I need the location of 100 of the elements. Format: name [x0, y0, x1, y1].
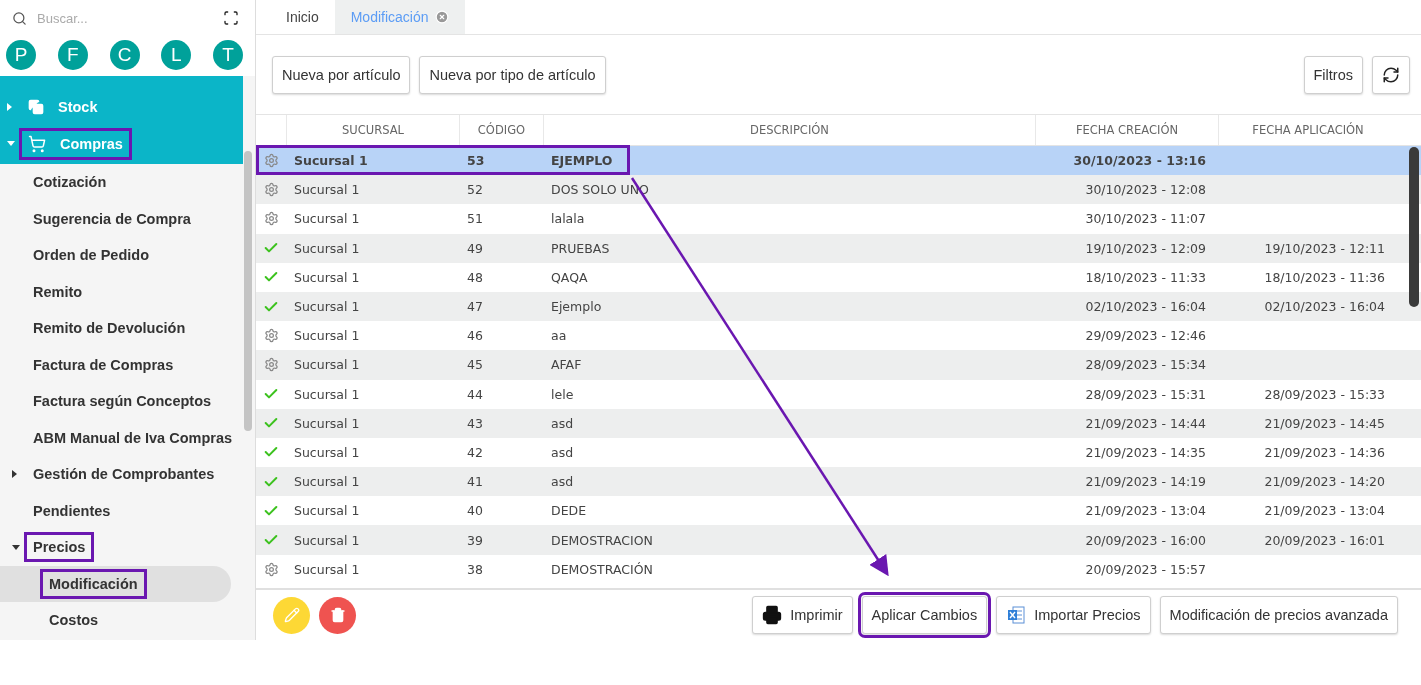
table-cell: Sucursal 1: [294, 561, 360, 577]
search-icon: [12, 10, 27, 26]
table-cell: 02/10/2023 - 16:04: [1264, 299, 1385, 315]
table-row[interactable]: Sucursal 1 53 EJEMPLO 30/10/2023 - 13:16: [256, 146, 1421, 176]
table-cell: 18/10/2023 - 11:36: [1264, 269, 1385, 285]
menu-item[interactable]: Costos: [0, 602, 243, 639]
column-header[interactable]: FECHA CREACIÓN: [1035, 115, 1218, 145]
table-cell: 52: [467, 182, 483, 198]
gear-icon: [263, 153, 279, 169]
menu-item[interactable]: Pendientes: [0, 492, 243, 529]
table-cell: DEMOSTRACION: [551, 532, 653, 548]
scrollbar-thumb[interactable]: [244, 151, 252, 431]
table-cell: AFAF: [551, 357, 582, 373]
table-cell: 44: [467, 386, 483, 402]
table-cell: Sucursal 1: [294, 386, 360, 402]
action-button[interactable]: Importar Precios: [996, 596, 1151, 634]
table-cell: 53: [467, 153, 485, 169]
table-cell: 45: [467, 357, 483, 373]
table-cell: 43: [467, 415, 483, 431]
table-cell: 21/09/2023 - 14:44: [1085, 415, 1206, 431]
caret-icon: [7, 102, 12, 111]
table-cell: 28/09/2023 - 15:31: [1085, 386, 1206, 402]
table-cell: asd: [551, 415, 574, 431]
table-cell: 02/10/2023 - 16:04: [1085, 299, 1206, 315]
menu-item[interactable]: Remito de Devolución: [0, 310, 243, 347]
gear-icon: [263, 357, 279, 373]
menu-item[interactable]: ABM Manual de Iva Compras: [0, 419, 243, 456]
table-cell: EJEMPLO: [551, 153, 613, 169]
menu-item[interactable]: Remito: [0, 273, 243, 310]
search-field[interactable]: Buscar...: [0, 0, 255, 36]
column-header[interactable]: CÓDIGO: [459, 115, 543, 145]
table-cell: Sucursal 1: [294, 328, 360, 344]
search-input[interactable]: Buscar...: [35, 9, 215, 27]
table-cell: 20/09/2023 - 15:57: [1085, 561, 1206, 577]
table-row[interactable]: Sucursal 1 45 AFAF 28/09/2023 - 15:34: [256, 350, 1421, 380]
table-row[interactable]: Sucursal 1 43 asd 21/09/2023 - 14:44 21/09/2023 - 14:45: [256, 408, 1421, 438]
scrollbar-thumb[interactable]: [1409, 147, 1419, 307]
table-cell: 40: [467, 503, 483, 519]
menu-item[interactable]: Precios: [0, 529, 243, 566]
caret-icon: [7, 141, 15, 146]
column-header[interactable]: DESCRIPCIÓN: [543, 115, 1035, 145]
table-cell: 48: [467, 269, 483, 285]
menu-item[interactable]: Factura de Compras: [0, 346, 243, 383]
menu-item[interactable]: Factura según Conceptos: [0, 383, 243, 420]
table-cell: 21/09/2023 - 14:35: [1085, 444, 1206, 460]
tab[interactable]: Inicio: [270, 0, 335, 34]
delete-button[interactable]: [319, 596, 356, 634]
table-row[interactable]: Sucursal 1 49 PRUEBAS 19/10/2023 - 12:09 19/10/2023 - 12:11: [256, 233, 1421, 263]
table-cell: 29/09/2023 - 12:46: [1085, 328, 1206, 344]
table-cell: 19/10/2023 - 12:09: [1085, 240, 1206, 256]
table-cell: 39: [467, 532, 483, 548]
table-cell: 21/09/2023 - 14:19: [1085, 474, 1206, 490]
action-button[interactable]: Imprimir: [752, 596, 853, 634]
table-cell: DEDE: [551, 503, 587, 519]
table-cell: QAQA: [551, 269, 588, 285]
menu-item[interactable]: Gestión de Comprobantes: [0, 456, 243, 493]
table-cell: lele: [551, 386, 574, 402]
caret-icon: [12, 470, 17, 479]
table-cell: Sucursal 1: [294, 153, 368, 169]
toolbar-button[interactable]: Nueva por artículo: [272, 55, 411, 94]
table-cell: 20/09/2023 - 16:00: [1085, 532, 1206, 548]
table-cell: 28/09/2023 - 15:33: [1264, 386, 1385, 402]
table-cell: lalala: [551, 211, 585, 227]
table-cell: 21/09/2023 - 14:36: [1264, 444, 1385, 460]
table-row[interactable]: Sucursal 1 41 asd 21/09/2023 - 14:19 21/09/2023 - 14:20: [256, 467, 1421, 497]
close-icon[interactable]: [434, 10, 449, 24]
table-cell: 30/10/2023 - 11:07: [1085, 211, 1206, 227]
table-cell: 21/09/2023 - 14:45: [1264, 415, 1385, 431]
toolbar-button[interactable]: Nueva por tipo de artículo: [419, 55, 606, 94]
table-cell: Sucursal 1: [294, 269, 360, 285]
refresh-icon: [1382, 65, 1400, 84]
table-cell: PRUEBAS: [551, 240, 610, 256]
table-cell: 42: [467, 444, 483, 460]
table-cell: Sucursal 1: [294, 415, 360, 431]
action-button[interactable]: Modificación de precios avanzada: [1159, 596, 1398, 634]
menu-item[interactable]: Modificación: [0, 565, 231, 602]
table-cell: 19/10/2023 - 12:11: [1264, 240, 1385, 256]
table-cell: Sucursal 1: [294, 474, 360, 490]
refresh-button[interactable]: [1372, 55, 1410, 94]
gear-icon: [263, 211, 279, 227]
cart-icon: [28, 134, 46, 153]
table-cell: Sucursal 1: [294, 444, 360, 460]
table-row[interactable]: Sucursal 1 39 DEMOSTRACION 20/09/2023 - 16:00 20/09/2023 - 16:01: [256, 525, 1421, 555]
table-cell: 38: [467, 561, 483, 577]
table-cell: 47: [467, 299, 483, 315]
gear-icon: [263, 182, 279, 198]
menu-item[interactable]: Cotización: [0, 164, 243, 201]
table-row[interactable]: Sucursal 1 47 Ejemplo 02/10/2023 - 16:04 02/10/2023 - 16:04: [256, 291, 1421, 322]
fullscreen-icon[interactable]: [223, 10, 239, 26]
table-cell: Sucursal 1: [294, 357, 360, 373]
filter-button[interactable]: Filtros: [1303, 55, 1363, 94]
table-cell: 51: [467, 211, 483, 227]
menu-item[interactable]: Sugerencia de Compra: [0, 200, 243, 237]
table-cell: 21/09/2023 - 14:20: [1264, 474, 1385, 490]
pencil-icon: [283, 607, 300, 623]
menu-item[interactable]: Orden de Pedido: [0, 237, 243, 274]
column-header[interactable]: SUCURSAL: [286, 115, 459, 145]
stock-icon: [28, 98, 44, 115]
table-cell: asd: [551, 474, 574, 490]
column-header[interactable]: FECHA APLICACIÓN: [1218, 115, 1397, 145]
